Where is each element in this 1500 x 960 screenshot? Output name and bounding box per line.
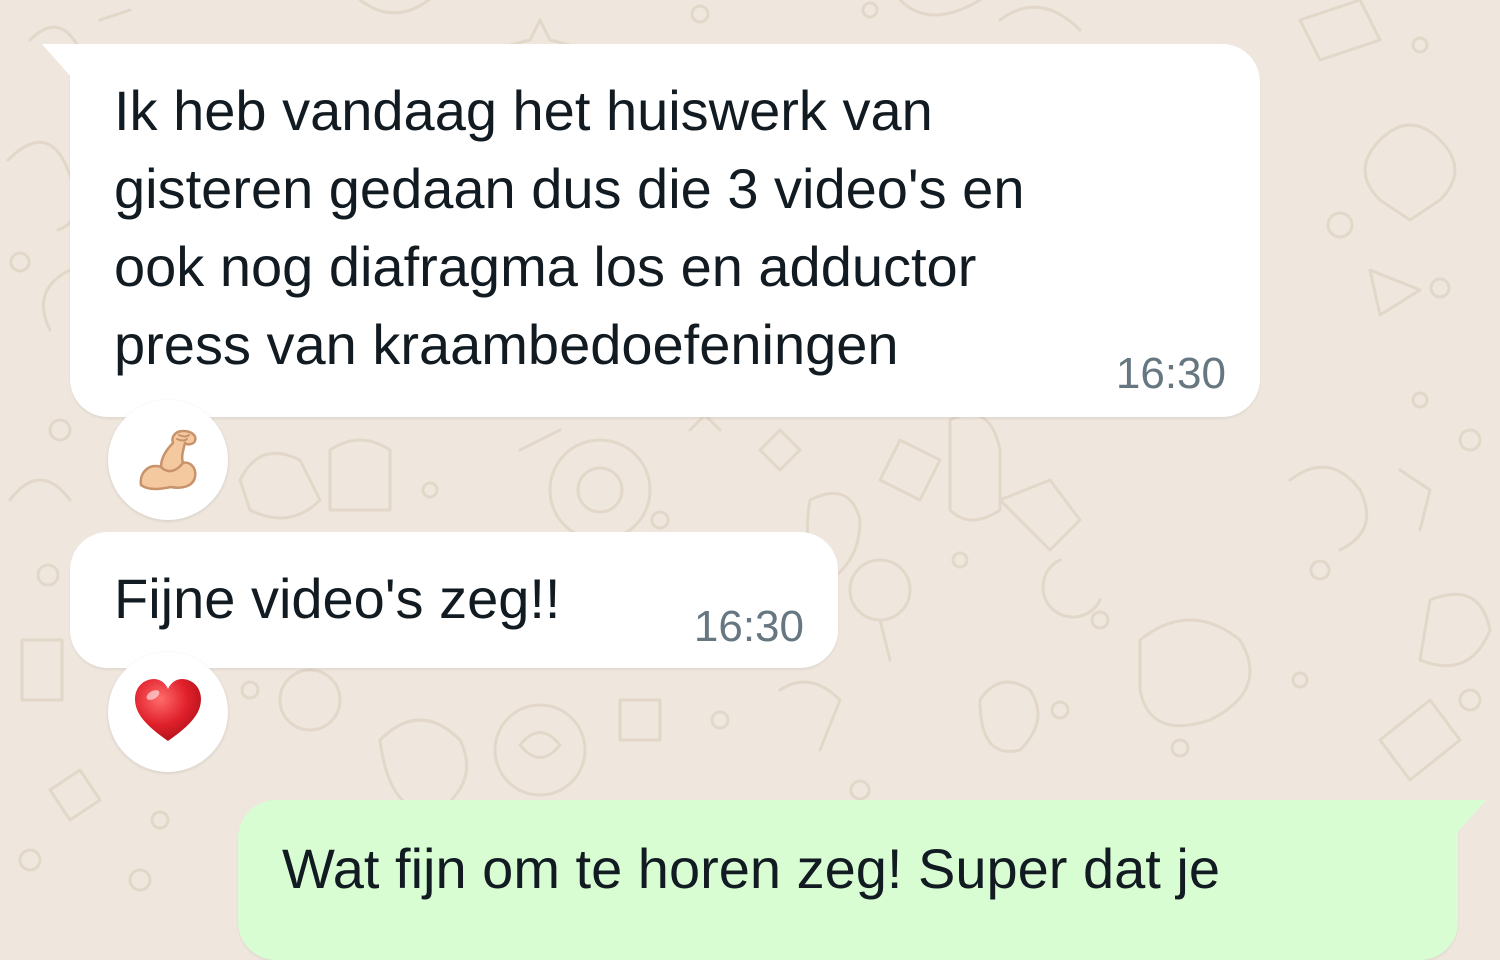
incoming-message-bubble[interactable]: Fijne video's zeg!! 16:30: [70, 532, 838, 668]
red-heart-icon: [135, 679, 201, 741]
message-timestamp: 16:30: [693, 602, 804, 651]
message-text: Wat fijn om te horen zeg! Super dat je: [282, 837, 1220, 900]
message-text: Ik heb vandaag het huiswerk van gisteren…: [114, 79, 1025, 376]
incoming-message-bubble[interactable]: Ik heb vandaag het huiswerk van gisteren…: [42, 44, 1260, 417]
reaction-badge[interactable]: [108, 652, 228, 772]
reaction-badge[interactable]: [108, 400, 228, 520]
message-timestamp: 16:30: [1115, 349, 1226, 398]
outgoing-message-bubble[interactable]: Wat fijn om te horen zeg! Super dat je: [238, 800, 1486, 960]
message-text: Fijne video's zeg!!: [114, 567, 561, 630]
flexed-biceps-icon: [139, 429, 197, 491]
